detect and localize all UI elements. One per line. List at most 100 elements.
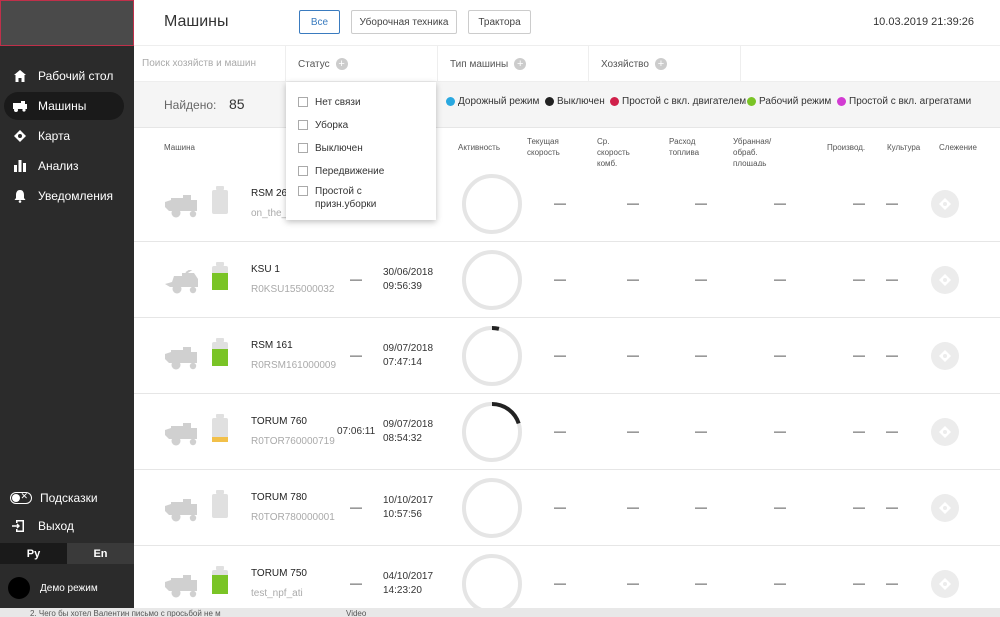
toggle-switch[interactable]: ✕	[10, 491, 32, 504]
sidebar-item-label: Карта	[38, 129, 71, 143]
farm-filter[interactable]: Хозяйство +	[588, 46, 740, 82]
track-button[interactable]	[931, 342, 959, 370]
empty-value: —	[886, 424, 898, 438]
checkbox[interactable]	[298, 186, 308, 196]
col-activity[interactable]: Активность	[458, 142, 500, 153]
col-tracking[interactable]: Слежение	[939, 142, 977, 153]
sidebar-item-label: Рабочий стол	[38, 69, 114, 83]
col-crop[interactable]: Культура	[887, 142, 920, 153]
activity-ring-track	[462, 174, 522, 234]
table-row[interactable]: TORUM 760 R0TOR760000719 07:06:11 09/07/201…	[134, 394, 1000, 470]
col-productivity[interactable]: Производ.	[827, 142, 865, 153]
col-area[interactable]: Убранная/обраб. площадь	[733, 136, 771, 169]
sidebar-item-dashboard[interactable]: Рабочий стол	[4, 62, 124, 90]
status-option-idle-harvest[interactable]: Простой с призн.уборки	[298, 185, 376, 211]
col-speed[interactable]: Текущая скорость	[527, 136, 560, 158]
table-row[interactable]: KSU 1 R0KSU155000032 — 30/06/2018 09:56:39 — —…	[134, 242, 1000, 318]
activity-ring	[462, 174, 522, 234]
col-avg-speed[interactable]: Ср. скорость комб.	[597, 136, 630, 169]
background-window: 2. Чего бы хотел Валентин письмо с прось…	[0, 608, 1000, 617]
activity-ring-track	[462, 250, 522, 310]
status-dot	[610, 97, 619, 106]
status-option-no-connection[interactable]: Нет связи	[298, 96, 361, 109]
col-machine[interactable]: Машина	[164, 142, 195, 153]
empty-value: —	[853, 348, 865, 362]
status-option-harvest[interactable]: Уборка	[298, 119, 348, 132]
filter-tractors-button[interactable]: Трактора	[468, 10, 531, 34]
empty-value: —	[886, 348, 898, 362]
filter-all-button[interactable]: Все	[299, 10, 340, 34]
empty-value: —	[695, 424, 707, 438]
empty-value: —	[886, 272, 898, 286]
legend-off: Выключен	[545, 96, 605, 107]
table-row[interactable]: TORUM 750 test_npf_ati — 04/10/2017 14:23:20…	[134, 546, 1000, 617]
status-option-moving[interactable]: Передвижение	[298, 165, 384, 178]
option-label: Передвижение	[315, 166, 385, 177]
fuel-gauge-icon	[212, 266, 228, 290]
checkbox[interactable]	[298, 97, 308, 107]
fuel-gauge-fill	[212, 349, 228, 366]
sidebar-item-analysis[interactable]: Анализ	[4, 152, 124, 180]
checkbox[interactable]	[298, 143, 308, 153]
hints-toggle[interactable]: ✕ Подсказки	[0, 484, 134, 512]
checkbox[interactable]	[298, 120, 308, 130]
lang-en-button[interactable]: En	[67, 543, 134, 564]
logout-button[interactable]: Выход	[0, 512, 134, 540]
empty-value: —	[554, 424, 566, 438]
search-input[interactable]: Поиск хозяйств и машин	[142, 58, 256, 69]
empty-value: —	[627, 348, 639, 362]
empty-value: —	[774, 348, 786, 362]
machine-name[interactable]: TORUM 760	[251, 416, 307, 427]
activity-ring	[462, 478, 522, 538]
sidebar-item-map[interactable]: Карта	[4, 122, 124, 150]
checkbox[interactable]	[298, 166, 308, 176]
harvester-icon	[164, 268, 204, 294]
sidebar-item-machines[interactable]: Машины	[4, 92, 124, 120]
fuel-gauge-icon	[212, 494, 228, 518]
machine-name[interactable]: KSU 1	[251, 264, 280, 275]
legend-label: Рабочий режим	[759, 96, 832, 107]
empty-value: —	[695, 500, 707, 514]
activity-ring	[462, 326, 522, 386]
track-button[interactable]	[931, 190, 959, 218]
machine-name[interactable]: TORUM 750	[251, 568, 307, 579]
col-fuel[interactable]: Расход топлива	[669, 136, 699, 158]
empty-value: —	[774, 576, 786, 590]
table-row[interactable]: RSM 265 on_the_t — — — — — —	[134, 166, 1000, 242]
track-button[interactable]	[931, 494, 959, 522]
table-row[interactable]: TORUM 780 R0TOR780000001 — 10/10/2017 10:57:…	[134, 470, 1000, 546]
background-text: Video	[346, 609, 367, 617]
logout-icon	[10, 518, 26, 534]
machine-name[interactable]: TORUM 780	[251, 492, 307, 503]
last-update: 09/07/2018 08:54:32	[383, 419, 434, 444]
type-filter[interactable]: Тип машины +	[437, 46, 588, 82]
machine-name[interactable]: RSM 161	[251, 340, 293, 351]
track-button[interactable]	[931, 570, 959, 598]
track-button[interactable]	[931, 266, 959, 294]
legend-working: Рабочий режим	[747, 96, 831, 107]
fuel-gauge-fill	[212, 273, 228, 290]
legend-label: Выключен	[557, 96, 605, 107]
machine-id: R0TOR780000001	[251, 512, 335, 523]
lang-ru-button[interactable]: Ру	[0, 543, 67, 564]
sidebar-item-label: Уведомления	[38, 189, 114, 203]
home-icon	[12, 68, 28, 84]
fuel-gauge-fill	[212, 575, 228, 594]
harvester-icon	[164, 346, 204, 370]
track-button[interactable]	[931, 418, 959, 446]
machine-id: R0KSU155000032	[251, 284, 335, 295]
status-filter[interactable]: Статус +	[285, 46, 437, 82]
status-option-off[interactable]: Выключен	[298, 142, 363, 155]
option-label: Выключен	[315, 143, 363, 154]
table-row[interactable]: RSM 161 R0RSM161000009 — 09/07/2018 07:47:14…	[134, 318, 1000, 394]
sidebar-item-label: Анализ	[38, 159, 79, 173]
filter-harvest-button[interactable]: Уборочная техника	[351, 10, 457, 34]
harvester-icon	[164, 574, 204, 598]
option-label: Нет связи	[315, 97, 361, 108]
sidebar-item-label: Машины	[38, 99, 87, 113]
empty-value: —	[627, 196, 639, 210]
demo-label: Демо режим	[40, 582, 98, 594]
sidebar-item-notifications[interactable]: Уведомления	[4, 182, 124, 210]
demo-mode[interactable]: Демо режим	[0, 568, 134, 608]
last-update: 04/10/2017 14:23:20	[383, 571, 434, 596]
